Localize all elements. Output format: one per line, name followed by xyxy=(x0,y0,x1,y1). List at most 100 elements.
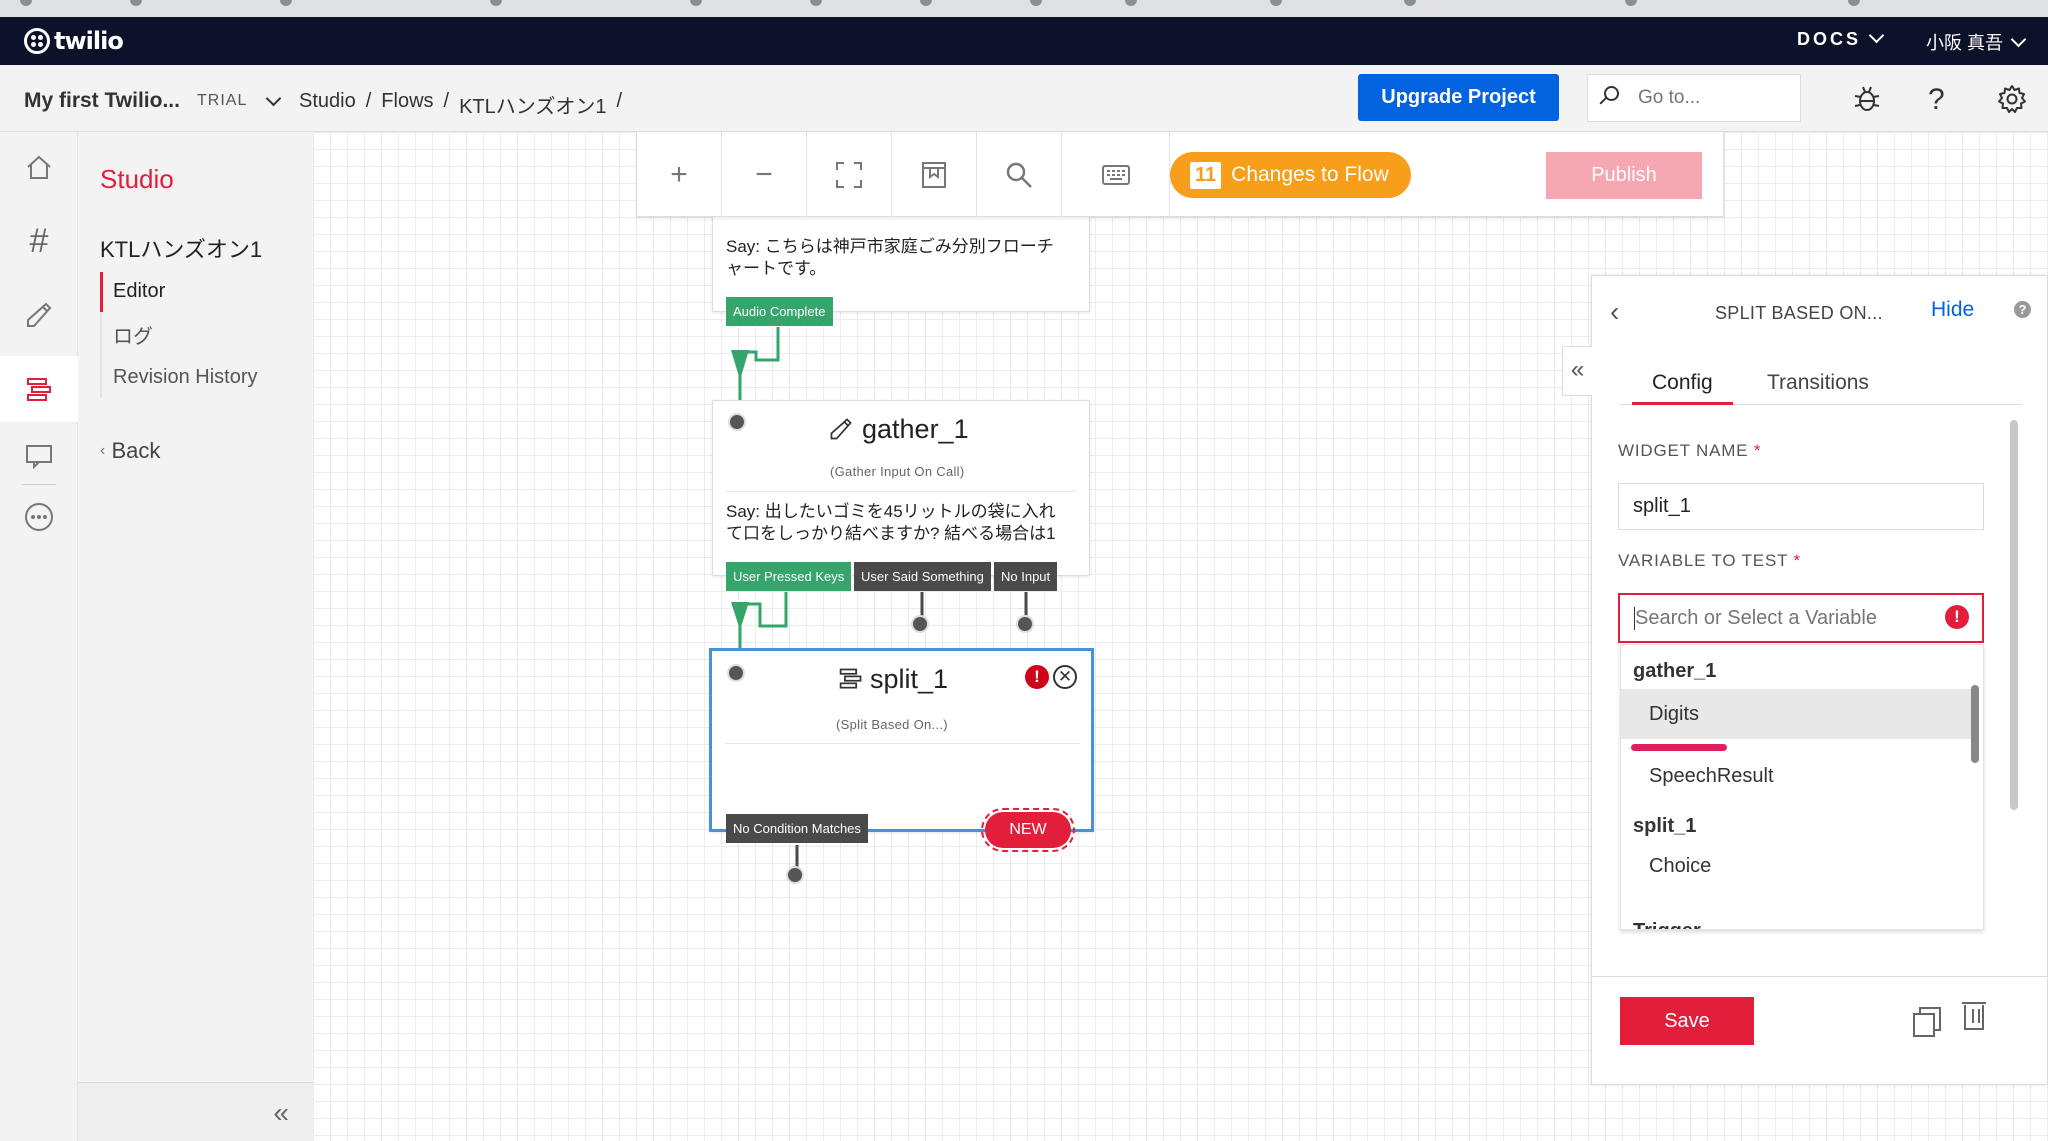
chat-icon[interactable] xyxy=(0,422,78,488)
bookmark-icon[interactable] xyxy=(130,0,142,6)
variable-dropdown: gather_1 Digits SpeechResult split_1 Cho… xyxy=(1620,644,1984,930)
breadcrumb-flow-name[interactable]: KTLハンズオン1 xyxy=(459,90,606,119)
tab-config[interactable]: Config xyxy=(1632,371,1733,405)
tab-transitions[interactable]: Transitions xyxy=(1767,371,1869,405)
phone-icon xyxy=(828,416,854,449)
home-icon[interactable] xyxy=(0,134,78,200)
dropdown-scrollbar[interactable] xyxy=(1971,685,1979,763)
dropdown-option-choice[interactable]: Choice xyxy=(1621,841,1971,891)
phone-icon[interactable] xyxy=(0,282,78,348)
variable-search-field[interactable]: ! xyxy=(1618,593,1984,643)
widget-name: split_1 xyxy=(870,664,949,694)
gather-widget[interactable]: gather_1 (Gather Input On Call) Say: 出した… xyxy=(712,400,1090,576)
fit-to-screen-icon[interactable] xyxy=(807,132,892,217)
twilio-logo[interactable]: twilio xyxy=(24,27,124,55)
bookmark-icon[interactable] xyxy=(920,0,932,6)
transition-audio-complete[interactable]: Audio Complete xyxy=(726,297,833,326)
say-text-line: ャートです。 xyxy=(726,259,827,278)
studio-flow-icon[interactable] xyxy=(0,356,78,422)
panel-scrollbar[interactable] xyxy=(2010,420,2018,810)
search-icon[interactable] xyxy=(977,132,1062,217)
transition-user-pressed-keys[interactable]: User Pressed Keys xyxy=(726,562,852,591)
close-widget-icon[interactable]: ✕ xyxy=(1053,665,1077,689)
help-icon[interactable]: ? xyxy=(2014,301,2031,318)
breadcrumb-studio[interactable]: Studio xyxy=(299,90,356,119)
widget-type: (Split Based On...) xyxy=(836,717,948,732)
subnav-item-logs[interactable]: ログ xyxy=(102,312,257,358)
subnav-list: Editor ログ Revision History xyxy=(100,272,257,398)
goto-input[interactable] xyxy=(1638,87,1788,109)
bookmark-icon[interactable] xyxy=(280,0,292,6)
subnav-flow-name: KTLハンズオン1 xyxy=(100,237,263,262)
dropdown-option-digits[interactable]: Digits xyxy=(1621,689,1971,739)
product-rail: # xyxy=(0,132,78,1141)
breadcrumb-flows[interactable]: Flows xyxy=(381,90,433,119)
gear-icon[interactable] xyxy=(1997,84,2027,121)
collapse-panel-icon[interactable]: « xyxy=(1562,346,1592,396)
upgrade-project-button[interactable]: Upgrade Project xyxy=(1358,74,1559,121)
collapse-nav-icon[interactable]: « xyxy=(273,1097,289,1129)
transition-connector[interactable] xyxy=(786,866,804,884)
duplicate-widget-icon[interactable] xyxy=(1913,1007,1941,1037)
bookmark-icon[interactable] xyxy=(1125,0,1137,6)
zoom-out-icon[interactable]: − xyxy=(722,132,807,217)
widget-input-connector[interactable] xyxy=(728,413,746,431)
hide-panel-link[interactable]: Hide xyxy=(1931,298,1974,322)
chevron-down-icon[interactable] xyxy=(265,90,282,107)
bookmark-icon[interactable] xyxy=(1270,0,1282,6)
trial-badge: TRIAL xyxy=(197,92,248,109)
project-switcher[interactable]: My first Twilio... xyxy=(24,89,180,113)
bookmark-view-icon[interactable] xyxy=(892,132,977,217)
back-link[interactable]: ‹ Back xyxy=(100,438,160,464)
keyboard-shortcuts-icon[interactable] xyxy=(1062,132,1170,217)
user-name: 小阪 真吾 xyxy=(1926,33,2004,53)
subnav-item-editor[interactable]: Editor xyxy=(100,272,257,312)
panel-title: SPLIT BASED ON... xyxy=(1715,303,1883,323)
transition-no-input[interactable]: No Input xyxy=(994,562,1058,591)
widget-input-connector[interactable] xyxy=(727,664,745,682)
dropdown-option-speechresult[interactable]: SpeechResult xyxy=(1621,751,1971,801)
widget-config-panel: « ‹ SPLIT BASED ON... Hide ? Config Tran… xyxy=(1562,275,2048,1085)
debugger-bug-icon[interactable] xyxy=(1852,84,1882,121)
bookmark-icon[interactable] xyxy=(690,0,702,6)
docs-label: DOCS xyxy=(1797,29,1862,49)
save-button[interactable]: Save xyxy=(1620,997,1754,1045)
docs-menu[interactable]: DOCS xyxy=(1797,27,1885,50)
publish-button[interactable]: Publish xyxy=(1546,152,1702,199)
breadcrumb-separator: / xyxy=(365,90,372,112)
split-icon xyxy=(838,665,864,698)
new-transition-button[interactable]: NEW xyxy=(985,812,1071,848)
transition-connector[interactable] xyxy=(1016,615,1034,633)
highlight-mark xyxy=(1631,744,1727,751)
phone-numbers-hash-icon[interactable]: # xyxy=(0,208,78,274)
user-menu[interactable]: 小阪 真吾 xyxy=(1926,29,2027,55)
help-icon[interactable]: ? xyxy=(1928,83,1945,117)
panel-footer: Save xyxy=(1592,976,2047,1084)
split-widget[interactable]: split_1 (Split Based On...) ! ✕ xyxy=(709,648,1094,832)
bookmark-icon[interactable] xyxy=(1404,0,1416,6)
widget-name-label: WIDGET NAME * xyxy=(1618,441,1762,460)
zoom-in-icon[interactable]: + xyxy=(637,132,722,217)
breadcrumb: Studio / Flows / KTLハンズオン1 / xyxy=(299,90,622,119)
trash-icon[interactable] xyxy=(1962,1002,1986,1030)
bookmark-icon[interactable] xyxy=(1625,0,1637,6)
changes-to-flow-badge[interactable]: 11 Changes to Flow xyxy=(1170,152,1411,198)
transition-no-condition-matches[interactable]: No Condition Matches xyxy=(726,814,868,843)
variable-search-input[interactable] xyxy=(1634,607,1934,630)
bookmark-icon[interactable] xyxy=(1030,0,1042,6)
bookmark-icon[interactable] xyxy=(20,0,32,6)
more-icon[interactable] xyxy=(0,484,78,550)
widget-name-input[interactable] xyxy=(1618,483,1984,530)
logo-wordmark: twilio xyxy=(54,27,124,55)
dropdown-group-label: split_1 xyxy=(1633,815,1697,837)
bookmark-icon[interactable] xyxy=(1848,0,1860,6)
studio-subnav: Studio KTLハンズオン1 Editor ログ Revision Hist… xyxy=(78,132,313,1141)
transition-user-said-something[interactable]: User Said Something xyxy=(854,562,991,591)
subnav-item-revision-history[interactable]: Revision History xyxy=(102,358,257,398)
bookmark-icon[interactable] xyxy=(490,0,502,6)
bookmark-icon[interactable] xyxy=(810,0,822,6)
chevron-left-icon[interactable]: ‹ xyxy=(1610,296,1619,328)
transition-connector[interactable] xyxy=(911,615,929,633)
goto-search[interactable] xyxy=(1587,74,1801,122)
dropdown-group-label: gather_1 xyxy=(1633,660,1717,682)
